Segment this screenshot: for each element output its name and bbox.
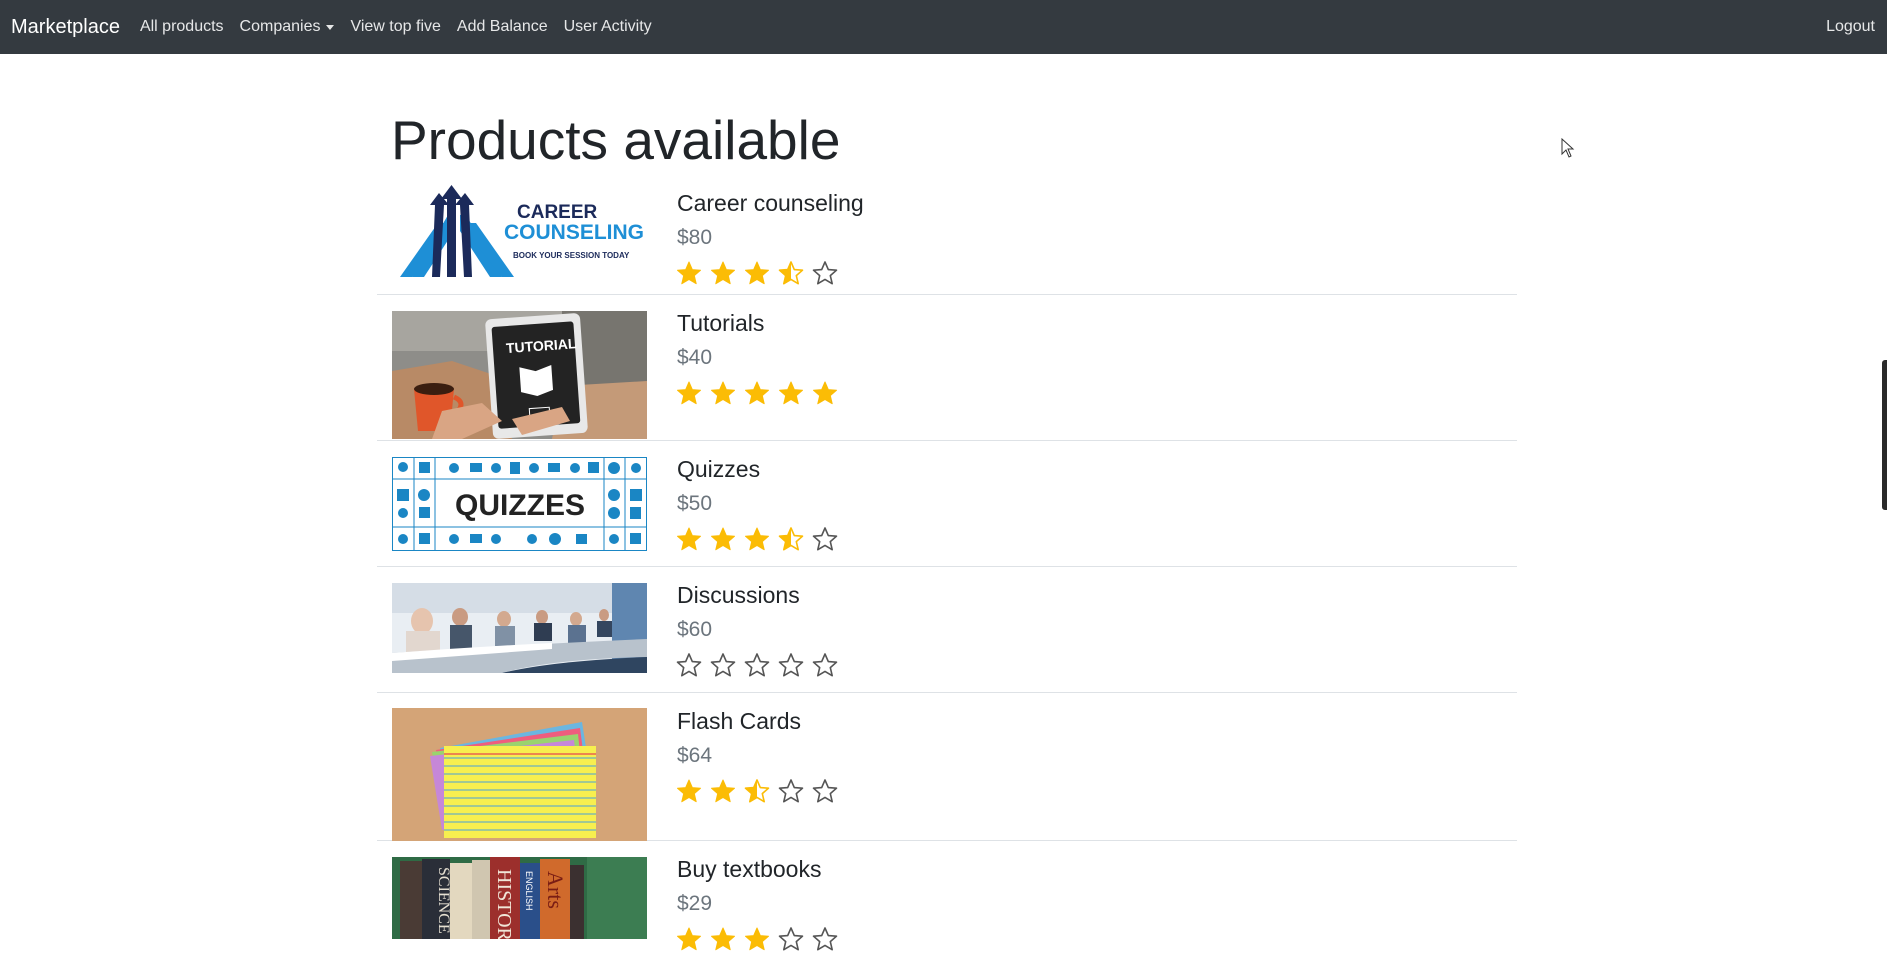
rating-stars	[675, 652, 845, 680]
page-title: Products available	[391, 109, 841, 171]
star-empty-icon	[812, 653, 838, 677]
product-name[interactable]: Discussions	[677, 582, 800, 609]
star-full-icon	[711, 927, 735, 951]
product-price: $50	[677, 492, 713, 515]
star-full-icon	[677, 779, 701, 803]
image-text-line2: HISTORY	[493, 869, 515, 939]
image-text-line3: ENGLISH	[524, 871, 534, 911]
product-item[interactable]: Discussions $60	[377, 567, 1517, 693]
star-half-icon	[744, 779, 770, 803]
star-empty-icon	[676, 653, 702, 677]
logout-link[interactable]: Logout	[1818, 18, 1883, 36]
mouse-cursor-icon	[1561, 138, 1575, 158]
star-half-icon	[778, 527, 804, 551]
star-empty-icon	[778, 779, 804, 803]
product-item[interactable]: SCIENCE HISTORY ENGLISH Arts Buy textboo…	[377, 841, 1517, 951]
nav-companies-label: Companies	[239, 18, 321, 35]
career-counseling-image[interactable]: CAREER COUNSELING BOOK YOUR SESSION TODA…	[392, 185, 647, 280]
product-item[interactable]: TUTORIAL Tutorials $40	[377, 295, 1517, 441]
rating-stars	[675, 526, 845, 554]
product-name[interactable]: Tutorials	[677, 310, 764, 337]
rating-stars	[675, 926, 845, 954]
nav-companies-dropdown[interactable]: Companies	[232, 18, 343, 36]
product-name[interactable]: Buy textbooks	[677, 856, 821, 883]
rating-stars	[675, 778, 845, 806]
image-text-line1: SCIENCE	[435, 867, 452, 934]
tutorials-image[interactable]: TUTORIAL	[392, 311, 647, 439]
star-full-icon	[745, 527, 769, 551]
image-text-line1: QUIZZES	[455, 489, 585, 522]
image-text-line2: COUNSELING	[504, 221, 644, 244]
star-empty-icon	[812, 527, 838, 551]
product-price: $80	[677, 226, 713, 249]
star-full-icon	[813, 381, 837, 405]
star-full-icon	[677, 527, 701, 551]
caret-down-icon	[326, 24, 335, 30]
product-name[interactable]: Quizzes	[677, 456, 760, 483]
image-text-line3: BOOK YOUR SESSION TODAY	[513, 251, 630, 260]
product-item[interactable]: CAREER COUNSELING BOOK YOUR SESSION TODA…	[377, 175, 1517, 295]
top-navbar: Marketplace All products Companies View …	[0, 0, 1887, 54]
product-name[interactable]: Flash Cards	[677, 708, 801, 735]
star-full-icon	[677, 261, 701, 285]
flash-cards-image[interactable]	[392, 708, 647, 841]
star-empty-icon	[812, 927, 838, 951]
nav-add-balance[interactable]: Add Balance	[449, 18, 556, 36]
quizzes-image[interactable]: QUIZZES	[392, 457, 647, 551]
star-full-icon	[677, 381, 701, 405]
nav-user-activity[interactable]: User Activity	[556, 18, 660, 36]
star-empty-icon	[812, 779, 838, 803]
discussions-image[interactable]	[392, 583, 647, 673]
image-text-line1: CAREER	[517, 202, 598, 223]
scrollbar-thumb[interactable]	[1882, 360, 1887, 510]
star-full-icon	[677, 927, 701, 951]
rating-stars	[675, 380, 845, 408]
star-full-icon	[711, 527, 735, 551]
star-empty-icon	[778, 653, 804, 677]
product-item[interactable]: Flash Cards $64	[377, 693, 1517, 841]
image-text-line4: Arts	[543, 871, 568, 909]
nav-all-products[interactable]: All products	[132, 18, 232, 36]
star-full-icon	[711, 381, 735, 405]
star-empty-icon	[744, 653, 770, 677]
star-full-icon	[711, 261, 735, 285]
brand-link[interactable]: Marketplace	[11, 16, 120, 39]
star-full-icon	[779, 381, 803, 405]
product-price: $40	[677, 346, 713, 369]
star-full-icon	[745, 381, 769, 405]
star-half-icon	[778, 261, 804, 285]
star-empty-icon	[778, 927, 804, 951]
textbooks-image[interactable]: SCIENCE HISTORY ENGLISH Arts	[392, 857, 647, 939]
product-price: $64	[677, 744, 713, 767]
star-full-icon	[711, 779, 735, 803]
rating-stars	[675, 260, 845, 288]
product-name[interactable]: Career counseling	[677, 190, 864, 217]
star-full-icon	[745, 261, 769, 285]
product-price: $60	[677, 618, 713, 641]
star-empty-icon	[710, 653, 736, 677]
star-empty-icon	[812, 261, 838, 285]
nav-view-top-five[interactable]: View top five	[342, 18, 448, 36]
product-price: $29	[677, 892, 713, 915]
product-item[interactable]: QUIZZES Quizzes $50	[377, 441, 1517, 567]
star-full-icon	[745, 927, 769, 951]
